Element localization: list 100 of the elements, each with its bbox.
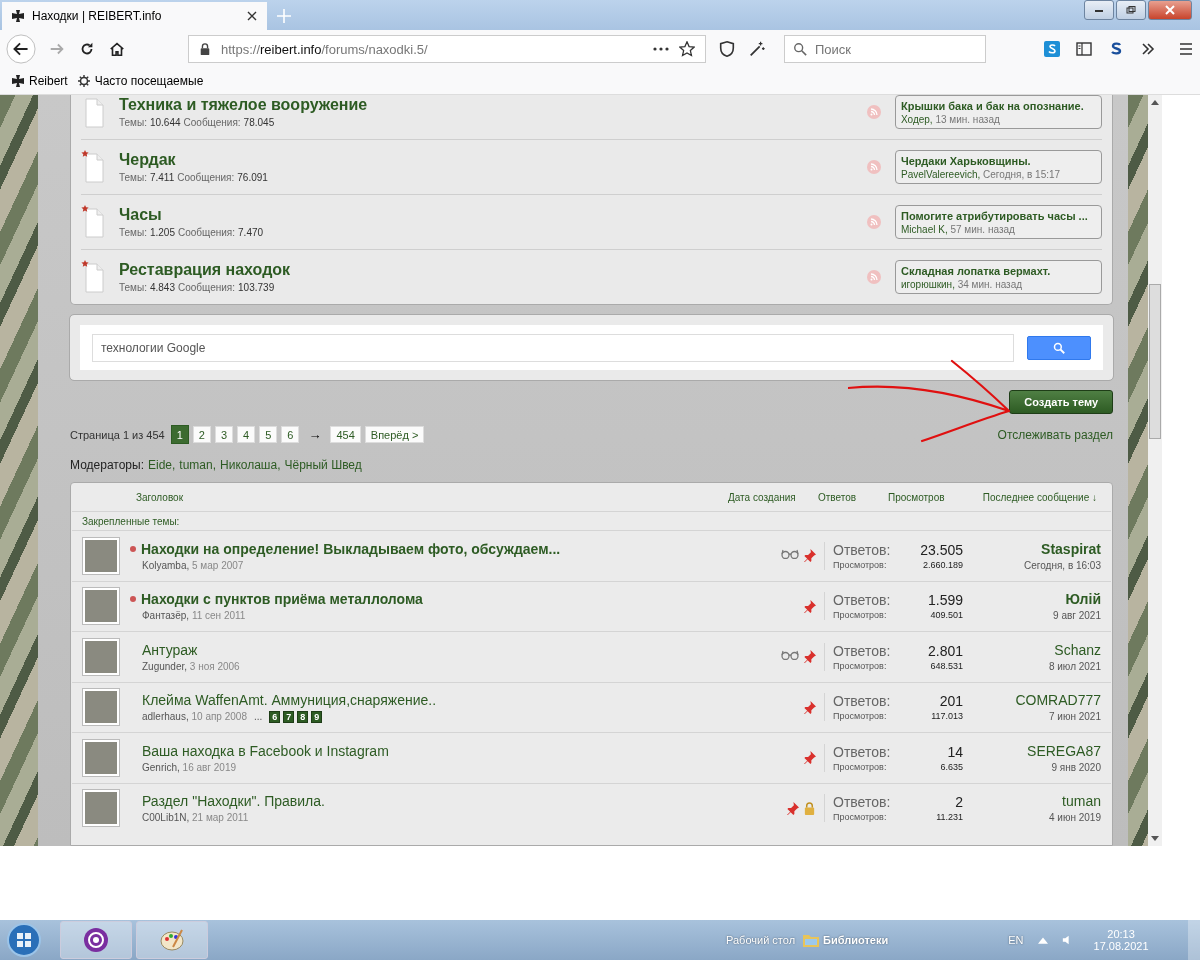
forum-title[interactable]: Часы bbox=[119, 206, 867, 224]
last-post-title[interactable]: Чердаки Харьковщины. bbox=[901, 154, 1096, 167]
stat-label: Сообщения: bbox=[177, 172, 235, 183]
page-link[interactable]: 6 bbox=[281, 426, 300, 443]
page-link[interactable]: 454 bbox=[330, 426, 361, 443]
scrollbar[interactable] bbox=[1148, 95, 1162, 846]
page-link[interactable]: 5 bbox=[259, 426, 278, 443]
palette-icon bbox=[159, 927, 185, 953]
next-page-link[interactable]: Вперёд > bbox=[364, 426, 425, 443]
star-icon[interactable] bbox=[679, 41, 695, 57]
scrollbar-thumb[interactable] bbox=[1149, 284, 1161, 439]
column-header[interactable]: Заголовок bbox=[136, 491, 728, 503]
last-post-user[interactable]: Staspirat bbox=[1041, 540, 1101, 557]
sidebar-icon[interactable] bbox=[1076, 41, 1092, 57]
scroll-down-icon[interactable] bbox=[1151, 836, 1159, 842]
page-link[interactable]: 6 bbox=[269, 710, 281, 723]
stat-value: 76.091 bbox=[237, 172, 268, 183]
thread-title[interactable]: Клейма WaffenAmt. Аммуниция,снаряжение.. bbox=[142, 691, 437, 708]
scroll-up-icon[interactable] bbox=[1151, 99, 1159, 105]
watch-link[interactable]: Отслеживать раздел bbox=[997, 427, 1113, 442]
start-button[interactable] bbox=[6, 922, 42, 958]
speaker-icon[interactable] bbox=[1061, 935, 1072, 945]
wand-icon[interactable] bbox=[748, 40, 766, 58]
search-field[interactable]: технологии Google bbox=[92, 333, 1014, 362]
up-arrow-icon[interactable] bbox=[1037, 935, 1048, 945]
thread-title[interactable]: Находки на определение! Выкладываем фото, обсуждаем... bbox=[141, 540, 561, 557]
last-post-user[interactable]: tuman bbox=[1062, 793, 1101, 810]
page-link[interactable]: 7 bbox=[283, 710, 295, 723]
avatar-image[interactable] bbox=[82, 738, 120, 777]
minimize-button[interactable] bbox=[1084, 0, 1114, 20]
forum-title[interactable]: Чердак bbox=[119, 151, 867, 169]
last-post-card[interactable]: Чердаки Харьковщины. PavelValereevich, Сегодня, в 15:17 bbox=[895, 150, 1102, 184]
chevrons-icon[interactable] bbox=[1140, 41, 1156, 57]
page-link[interactable]: 1 bbox=[170, 425, 189, 444]
last-post-title[interactable]: Крышки бака и бак на опознание. bbox=[901, 99, 1096, 112]
thread-meta: adlerhaus, 10 апр 2008 bbox=[142, 711, 247, 723]
restore-button[interactable] bbox=[1116, 0, 1146, 20]
column-header[interactable]: Дата создания bbox=[728, 491, 818, 503]
last-post-title[interactable]: Помогите атрибутировать часы ... bbox=[901, 209, 1096, 222]
last-post-card[interactable]: Помогите атрибутировать часы ... Michael K, 57 мин. назад bbox=[895, 205, 1102, 239]
last-post-card[interactable]: Складная лопатка вермахт. игорюшкин, 34 мин. назад bbox=[895, 260, 1102, 294]
forum-title[interactable]: Реставрация находок bbox=[119, 261, 867, 279]
home-icon[interactable] bbox=[108, 40, 126, 58]
views-label: Просмотров: bbox=[833, 559, 887, 570]
column-header[interactable]: Ответов bbox=[818, 491, 888, 503]
thread-title[interactable]: Находки с пунктов приёма металлолома bbox=[141, 591, 423, 608]
moderator-link[interactable]: Eide, bbox=[147, 458, 176, 472]
moderator-link[interactable]: tuman, bbox=[179, 458, 216, 472]
last-post-user[interactable]: Schanz bbox=[1054, 641, 1101, 658]
column-header[interactable]: Последнее сообщение ↓ bbox=[965, 491, 1111, 503]
page-link[interactable]: 9 bbox=[311, 710, 323, 723]
search-button[interactable] bbox=[1027, 335, 1091, 360]
last-post-date: 9 авг 2021 bbox=[1053, 610, 1101, 622]
close-icon[interactable] bbox=[247, 11, 257, 21]
last-post-user[interactable]: SEREGA87 bbox=[1027, 742, 1101, 759]
stat-value: 10.644 bbox=[149, 117, 181, 128]
document-icon bbox=[81, 205, 105, 239]
avatar-image[interactable] bbox=[82, 688, 120, 727]
stat-value: 103.739 bbox=[238, 282, 275, 293]
replies-label: Ответов: bbox=[833, 642, 891, 659]
page-link[interactable]: 4 bbox=[237, 426, 256, 443]
last-post-meta: PavelValereevich, Сегодня, в 15:17 bbox=[901, 168, 1062, 180]
s-icon[interactable] bbox=[1108, 41, 1124, 57]
thread-title[interactable]: Раздел "Находки". Правила. bbox=[142, 793, 325, 810]
column-header[interactable]: Просмотров bbox=[888, 491, 965, 503]
moderator-link[interactable]: Николаша, bbox=[220, 458, 281, 472]
moderator-link[interactable]: Чёрный Швед bbox=[284, 458, 362, 472]
menu-icon[interactable] bbox=[1178, 41, 1194, 57]
replies-label: Ответов: bbox=[833, 592, 891, 609]
skype-icon[interactable] bbox=[1044, 41, 1060, 57]
bookmark-item[interactable]: Часто посещаемые bbox=[77, 74, 204, 88]
thread-title[interactable]: Антураж bbox=[142, 641, 198, 658]
views-label: Просмотров: bbox=[833, 711, 887, 722]
avatar-image[interactable] bbox=[82, 637, 120, 676]
page-link[interactable]: 3 bbox=[214, 426, 234, 443]
last-post-user[interactable]: Юлій bbox=[1065, 591, 1101, 608]
last-post-date: 8 июл 2021 bbox=[1048, 660, 1101, 672]
close-window-button[interactable] bbox=[1148, 0, 1192, 20]
last-post-title[interactable]: Складная лопатка вермахт. bbox=[901, 264, 1096, 277]
forum-title[interactable]: Техника и тяжелое вооружение bbox=[119, 96, 867, 114]
avatar-image[interactable] bbox=[82, 536, 120, 575]
page-link[interactable]: 8 bbox=[297, 710, 309, 723]
bookmark-item[interactable]: Reibert bbox=[12, 74, 68, 88]
address-bar[interactable]: https://reibert.info/forums/naxodki.5/ bbox=[188, 35, 706, 63]
close-icon bbox=[1165, 5, 1175, 15]
search-bar[interactable]: Поиск bbox=[784, 35, 986, 63]
last-post-card[interactable]: Крышки бака и бак на опознание. Ходер, 13 мин. назад bbox=[895, 95, 1102, 129]
last-post-user[interactable]: COMRAD777 bbox=[1015, 692, 1101, 709]
shield-icon[interactable] bbox=[718, 40, 736, 58]
back-icon[interactable] bbox=[6, 34, 36, 64]
page-link[interactable]: 2 bbox=[192, 426, 211, 443]
thread-title[interactable]: Ваша находка в Facebook и Instagram bbox=[142, 742, 389, 759]
document-icon bbox=[81, 260, 105, 294]
taskbar-app-button[interactable] bbox=[60, 921, 132, 959]
create-topic-button[interactable]: Создать тему bbox=[1009, 390, 1113, 414]
browser-tab[interactable]: Находки | REIBERT.info bbox=[2, 2, 267, 30]
avatar-image[interactable] bbox=[82, 789, 120, 828]
views-count: 648.531 bbox=[930, 660, 963, 671]
restore-icon bbox=[1126, 6, 1136, 14]
avatar-image[interactable] bbox=[82, 587, 120, 626]
